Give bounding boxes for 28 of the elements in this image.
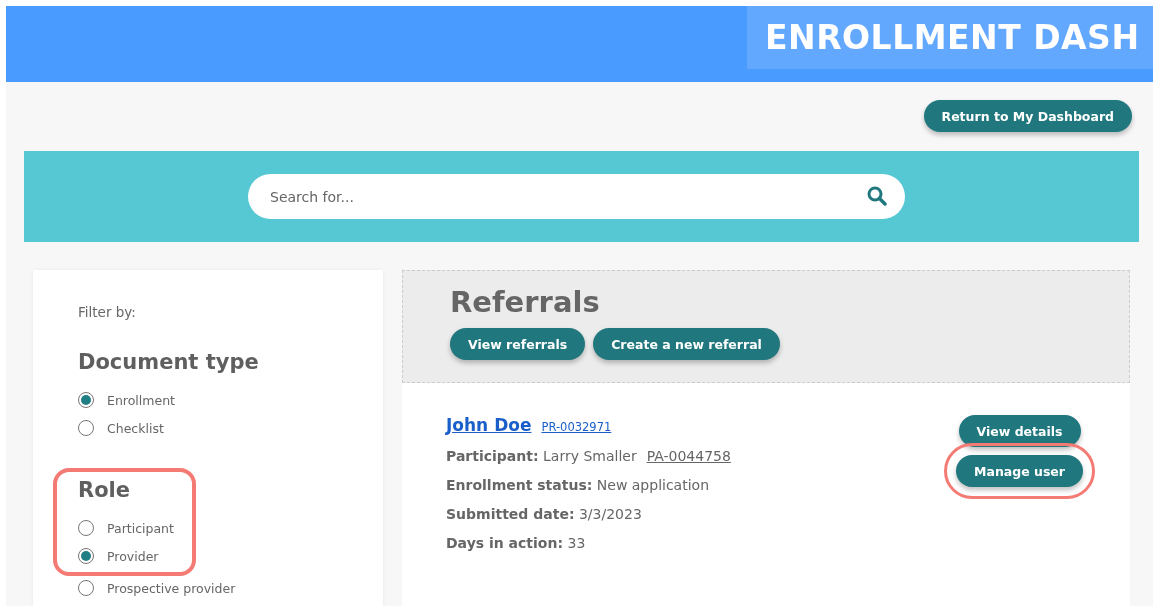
radio-button[interactable] [78, 420, 94, 436]
referral-id-link[interactable]: PR-0032971 [541, 420, 612, 434]
search-icon[interactable] [867, 186, 887, 206]
radio-label: Participant [107, 520, 174, 536]
radio-button[interactable] [78, 580, 94, 596]
referral-name-link[interactable]: John Doe [446, 415, 532, 435]
field-text: Participant: Larry Smaller [446, 448, 637, 464]
participant-id-link[interactable]: PA-0044758 [646, 448, 731, 464]
radio-label: Enrollment [107, 392, 175, 408]
referral-button[interactable]: View referrals [450, 328, 586, 360]
search-field[interactable]: Search for... [248, 174, 905, 219]
return-dashboard-button[interactable]: Return to My Dashboard [923, 100, 1132, 132]
card-action-button[interactable]: View details [958, 415, 1081, 447]
field-text: Submitted date: 3/3/2023 [446, 506, 642, 522]
field-text: Enrollment status: New application [446, 477, 709, 493]
filter-label: Filter by: [78, 304, 137, 320]
radio-button[interactable] [78, 520, 94, 536]
filter-heading: Document type [78, 350, 259, 374]
page-title: ENROLLMENT DASH [765, 18, 1140, 57]
radio-button[interactable] [78, 548, 94, 564]
referral-button[interactable]: Create a new referral [593, 328, 780, 360]
filter-heading: Role [78, 478, 132, 502]
section-title: Referrals [450, 285, 601, 319]
radio-label: Provider [107, 548, 159, 564]
radio-label: Prospective provider [107, 580, 236, 596]
radio-button[interactable] [78, 392, 94, 408]
field-text: Days in action: 33 [446, 535, 586, 551]
radio-label: Checklist [107, 420, 164, 436]
